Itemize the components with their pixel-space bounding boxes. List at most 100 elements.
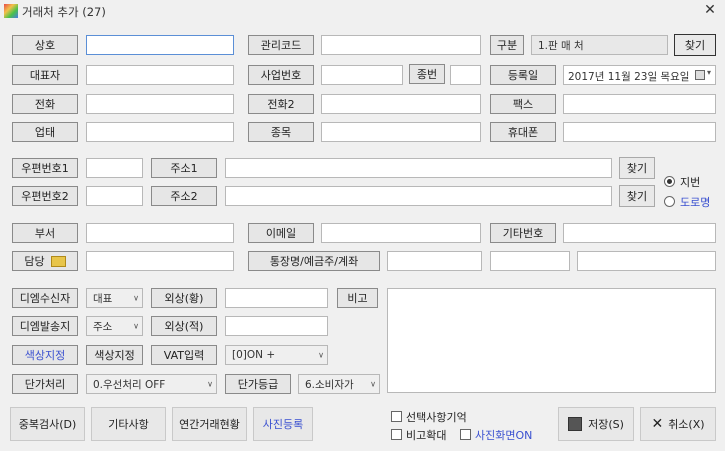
color-set-button[interactable]: 색상지정 [12, 345, 78, 365]
close-icon[interactable]: ✕ [700, 2, 720, 20]
find-addr2-button[interactable]: 찾기 [619, 185, 655, 207]
app-icon [4, 4, 18, 18]
annual-trade-button[interactable]: 연간거래현황 [172, 407, 247, 441]
photo-register-button[interactable]: 사진등록 [253, 407, 313, 441]
manager-input[interactable] [86, 251, 234, 271]
floppy-icon [568, 417, 583, 431]
find-category-button[interactable]: 찾기 [674, 34, 716, 56]
manage-code-input[interactable] [321, 35, 481, 55]
label-email: 이메일 [248, 223, 314, 243]
fax-input[interactable] [563, 94, 716, 114]
addr2-input[interactable] [225, 186, 612, 206]
label-ceo: 대표자 [12, 65, 78, 85]
radio-road[interactable] [664, 196, 675, 207]
label-balance-payable: 외상(적) [151, 316, 217, 336]
label-biz-item: 종목 [248, 122, 314, 142]
label-unit-price-grade: 단가등급 [225, 374, 291, 394]
radio-jibun-label: 지번 [680, 176, 701, 189]
dup-check-button[interactable]: 중복검사(D) [10, 407, 85, 441]
phone2-input[interactable] [321, 94, 481, 114]
label-manager[interactable]: 담당 [12, 251, 78, 271]
unit-price-proc-select[interactable]: 0.우선처리 OFF ∨ [86, 374, 217, 394]
label-fax: 팩스 [490, 94, 556, 114]
remember-label: 선택사항기억 [406, 411, 467, 424]
vat-select[interactable]: [0]ON + ∨ [225, 345, 328, 365]
label-dm-sender: 디엠발송지 [12, 316, 78, 336]
save-button[interactable]: 저장(S) [558, 407, 634, 441]
name-input[interactable] [86, 35, 234, 55]
reg-date-picker[interactable]: 2017년 11월 23일 목요일 ▾ [563, 65, 716, 85]
label-vat-input: VAT입력 [151, 345, 217, 365]
phone-input[interactable] [86, 94, 234, 114]
dm-receiver-select[interactable]: 대표 ∨ [86, 288, 143, 308]
biz-no-input[interactable] [321, 65, 403, 85]
mobile-input[interactable] [563, 122, 716, 142]
addr1-input[interactable] [225, 158, 612, 178]
find-addr1-button[interactable]: 찾기 [619, 157, 655, 179]
reg-date-value: 2017년 11월 23일 목요일 [568, 71, 690, 83]
close-x-icon: ✕ [651, 416, 664, 432]
dm-receiver-value: 대표 [93, 292, 113, 305]
photo-screen-label: 사진화면ON [475, 429, 533, 442]
folder-icon [50, 255, 66, 267]
dept-input[interactable] [86, 223, 234, 243]
label-biz-type: 업태 [12, 122, 78, 142]
dm-sender-select[interactable]: 주소 ∨ [86, 316, 143, 336]
chevron-down-icon: ∨ [207, 379, 213, 389]
chevron-down-icon: ∨ [370, 379, 376, 389]
category-field: 1.판 매 처 [531, 35, 668, 55]
email-input[interactable] [321, 223, 481, 243]
biz-item-input[interactable] [321, 122, 481, 142]
etc-items-button[interactable]: 기타사항 [91, 407, 166, 441]
ceo-input[interactable] [86, 65, 234, 85]
unit-price-grade-value: 6.소비자가 [305, 378, 354, 391]
vat-value: [0]ON + [232, 349, 276, 361]
save-label: 저장(S) [588, 418, 624, 431]
calendar-icon[interactable] [695, 70, 705, 80]
zip1-input[interactable] [86, 158, 143, 178]
chevron-down-icon: ∨ [318, 350, 324, 360]
label-sub-no: 종번 [409, 64, 445, 84]
dm-sender-value: 주소 [93, 320, 113, 333]
balance-payable-input[interactable] [225, 316, 328, 336]
color-set-button-2[interactable]: 색상지정 [86, 345, 143, 365]
photo-screen-checkbox[interactable] [460, 429, 471, 440]
label-bank: 통장명/예금주/계좌 [248, 251, 380, 271]
title-bar: 거래처 추가 (27) ✕ [0, 0, 725, 22]
zip2-input[interactable] [86, 186, 143, 206]
label-mobile: 휴대폰 [490, 122, 556, 142]
memo-textarea[interactable] [387, 288, 716, 393]
chevron-down-icon: ∨ [133, 321, 139, 331]
unit-price-proc-value: 0.우선처리 OFF [93, 378, 166, 391]
label-addr2: 주소2 [151, 186, 217, 206]
cancel-label: 취소(X) [668, 418, 705, 431]
label-manage-code: 관리코드 [248, 35, 314, 55]
manager-label-text: 담당 [24, 255, 45, 268]
biz-type-input[interactable] [86, 122, 234, 142]
cancel-button[interactable]: ✕ 취소(X) [640, 407, 716, 441]
chevron-down-icon[interactable]: ▾ [707, 68, 711, 77]
account-number-input[interactable] [577, 251, 716, 271]
account-holder-input[interactable] [490, 251, 570, 271]
chevron-down-icon: ∨ [133, 293, 139, 303]
memo-zoom-label: 비고확대 [406, 429, 447, 442]
memo-zoom-checkbox[interactable] [391, 429, 402, 440]
window-title: 거래처 추가 (27) [22, 5, 106, 19]
label-dept: 부서 [12, 223, 78, 243]
sub-no-input[interactable] [450, 65, 481, 85]
label-unit-price-proc: 단가처리 [12, 374, 78, 394]
label-memo: 비고 [337, 288, 378, 308]
radio-road-label: 도로명 [680, 196, 711, 209]
etc-no-input[interactable] [563, 223, 716, 243]
unit-price-grade-select[interactable]: 6.소비자가 ∨ [298, 374, 380, 394]
label-addr1: 주소1 [151, 158, 217, 178]
label-biz-no: 사업번호 [248, 65, 314, 85]
label-phone: 전화 [12, 94, 78, 114]
remember-checkbox[interactable] [391, 411, 402, 422]
label-reg-date: 등록일 [490, 65, 556, 85]
balance-receivable-input[interactable] [225, 288, 328, 308]
radio-jibun[interactable] [664, 176, 675, 187]
label-balance-receivable: 외상(황) [151, 288, 217, 308]
label-zip2: 우편번호2 [12, 186, 78, 206]
bank-name-input[interactable] [387, 251, 482, 271]
